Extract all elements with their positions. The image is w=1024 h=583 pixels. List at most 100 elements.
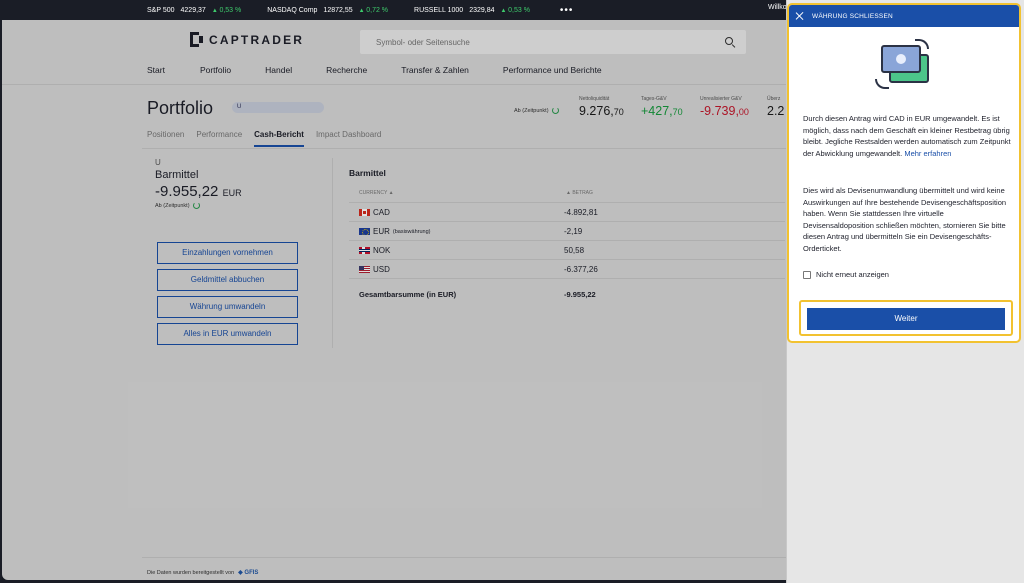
ticker-change: 0,72 % xyxy=(359,7,388,14)
row-currency: NOK xyxy=(359,246,390,255)
refresh-icon[interactable] xyxy=(551,107,559,114)
dialog-warning-text: Dies wird als Devisenumwandlung übermitt… xyxy=(803,186,1007,253)
tab-positionen[interactable]: Positionen xyxy=(147,130,184,147)
refresh-icon[interactable] xyxy=(192,202,200,209)
ticker-name: RUSSELL 1000 xyxy=(414,6,464,14)
ticker-value: 2329,84 xyxy=(469,6,495,14)
dialog-title: WÄHRUNG SCHLIESSEN xyxy=(812,12,893,20)
kpi-value: -9.739,00 xyxy=(700,104,749,118)
brand-logo[interactable]: CAPTRADER xyxy=(190,32,304,47)
ticker-item[interactable]: NASDAQ Comp 12872,55 0,72 % xyxy=(267,7,388,14)
more-icon[interactable]: ••• xyxy=(560,5,574,16)
search-bar[interactable] xyxy=(360,30,746,54)
brand-name: CAPTRADER xyxy=(209,32,305,47)
row-currency: USD xyxy=(359,265,390,274)
ticker-change: 0,53 % xyxy=(212,7,241,14)
nav-transfer[interactable]: Transfer & Zahlen xyxy=(401,65,469,75)
tab-cash-bericht[interactable]: Cash-Bericht xyxy=(254,130,304,147)
next-button-highlight: Weiter xyxy=(799,300,1013,336)
nav-recherche[interactable]: Recherche xyxy=(326,65,367,75)
table-row[interactable]: EUR (basiswährung) -2,19 xyxy=(349,221,785,240)
search-input[interactable] xyxy=(376,37,676,47)
account-selector[interactable]: U xyxy=(232,102,324,113)
dont-show-again-checkbox[interactable]: Nicht erneut anzeigen xyxy=(803,270,889,279)
table-row[interactable]: USD -6.377,26 xyxy=(349,259,785,278)
kpi-label: Unrealisierter G&V xyxy=(700,96,742,102)
header-currency[interactable]: CURRENCY ▲ xyxy=(359,190,394,196)
total-row: Gesamtbarsumme (in EUR) -9.955,22 xyxy=(349,285,785,304)
ticker-item[interactable]: S&P 500 4229,37 0,53 % xyxy=(147,7,241,14)
checkbox-icon[interactable] xyxy=(803,270,811,279)
row-amount: -6.377,26 xyxy=(564,265,598,274)
cash-title: Barmittel xyxy=(155,169,199,181)
kpi-label: Nettoliquidität xyxy=(579,96,610,102)
table-row[interactable]: NOK 50,58 xyxy=(349,240,785,259)
row-divider xyxy=(349,278,785,279)
column-divider xyxy=(332,158,333,348)
main-nav: Start Portfolio Handel Recherche Transfe… xyxy=(147,65,602,75)
flag-canada-icon xyxy=(359,209,370,216)
account-id: U xyxy=(155,158,161,167)
screen-frame: S&P 500 4229,37 0,53 % NASDAQ Comp 12872… xyxy=(0,0,1024,583)
kpi-label: Überz xyxy=(767,96,781,102)
as-of-label: Ab (Zeitpunkt) xyxy=(514,107,549,114)
ticker-value: 12872,55 xyxy=(323,6,353,14)
attribution-text: Die Daten wurden bereitgestellt von xyxy=(147,569,235,576)
dialog-header: WÄHRUNG SCHLIESSEN xyxy=(789,5,1019,27)
cash-as-of[interactable]: Ab (Zeitpunkt) xyxy=(155,202,305,209)
as-of-label: Ab (Zeitpunkt) xyxy=(155,202,190,209)
row-amount: 50,58 xyxy=(564,246,585,255)
table-row[interactable]: CAD -4.892,81 xyxy=(349,202,785,221)
table-title: Barmittel xyxy=(349,168,386,178)
row-currency: CAD xyxy=(359,208,390,217)
deposit-button[interactable]: Einzahlungen vornehmen xyxy=(157,242,298,264)
page-title: Portfolio xyxy=(147,98,214,118)
tab-impact-dashboard[interactable]: Impact Dashboard xyxy=(316,130,381,147)
kpi-excess: Überz 2.2 xyxy=(767,96,784,118)
total-label: Gesamtbarsumme (in EUR) xyxy=(359,290,457,299)
flag-eu-icon xyxy=(359,228,370,235)
cash-value: -9.955,22 EUR xyxy=(155,183,242,200)
tab-performance[interactable]: Performance xyxy=(196,130,242,147)
kpi-value: 9.276,70 xyxy=(579,104,624,118)
welcome-text: Willko xyxy=(768,4,787,11)
data-attribution: Die Daten wurden bereitgestellt von ◆ GF… xyxy=(142,557,788,580)
ticker-value: 4229,37 xyxy=(180,6,206,14)
nav-performance-berichte[interactable]: Performance und Berichte xyxy=(503,65,602,75)
nav-handel[interactable]: Handel xyxy=(265,65,292,75)
row-amount: -2,19 xyxy=(564,227,583,236)
ticker-item[interactable]: RUSSELL 1000 2329,84 0,53 % xyxy=(414,7,530,14)
cash-table: Barmittel CURRENCY ▲ ▲ BETRAG CAD -4.892… xyxy=(349,168,785,299)
close-currency-dialog: WÄHRUNG SCHLIESSEN Durch diesen Antrag w… xyxy=(787,3,1021,343)
provider-logo: ◆ GFIS xyxy=(238,570,259,576)
checkbox-label: Nicht erneut anzeigen xyxy=(816,270,889,279)
flag-norway-icon xyxy=(359,247,370,254)
header-amount[interactable]: ▲ BETRAG xyxy=(566,190,593,196)
kpi-net-liquidity: Nettoliquidität 9.276,70 xyxy=(579,96,624,118)
kpi-value: 2.2 xyxy=(767,104,785,118)
total-value: -9.955,22 xyxy=(564,290,596,299)
currency-exchange-icon xyxy=(875,39,937,93)
search-icon[interactable] xyxy=(725,36,736,48)
next-button[interactable]: Weiter xyxy=(807,308,1005,330)
kpi-daily-pnl: Tages-G&V +427,70 xyxy=(641,96,683,118)
convert-all-eur-button[interactable]: Alles in EUR umwandeln xyxy=(157,323,298,345)
flag-usa-icon xyxy=(359,266,370,273)
row-amount: -4.892,81 xyxy=(564,208,598,217)
kpi-value: +427,70 xyxy=(641,104,683,118)
row-currency: EUR (basiswährung) xyxy=(359,227,431,236)
withdraw-button[interactable]: Geldmittel abbuchen xyxy=(157,269,298,291)
portfolio-subtabs: Positionen Performance Cash-Bericht Impa… xyxy=(147,130,393,147)
kpi-unrealized-pnl: Unrealisierter G&V -9.739,00 xyxy=(700,96,749,118)
ticker-name: S&P 500 xyxy=(147,6,175,14)
close-icon[interactable] xyxy=(796,12,804,20)
ticker-change: 0,53 % xyxy=(501,7,530,14)
nav-portfolio[interactable]: Portfolio xyxy=(200,65,231,75)
convert-currency-button[interactable]: Währung umwandeln xyxy=(157,296,298,318)
as-of-indicator[interactable]: Ab (Zeitpunkt) xyxy=(514,107,559,114)
dialog-info-text: Durch diesen Antrag wird CAD in EUR umge… xyxy=(803,114,1011,158)
nav-start[interactable]: Start xyxy=(147,65,165,75)
cash-summary: U Barmittel -9.955,22 EUR Ab (Zeitpunkt)… xyxy=(155,158,305,345)
logo-icon xyxy=(190,32,203,47)
learn-more-link[interactable]: Mehr erfahren xyxy=(904,149,951,158)
